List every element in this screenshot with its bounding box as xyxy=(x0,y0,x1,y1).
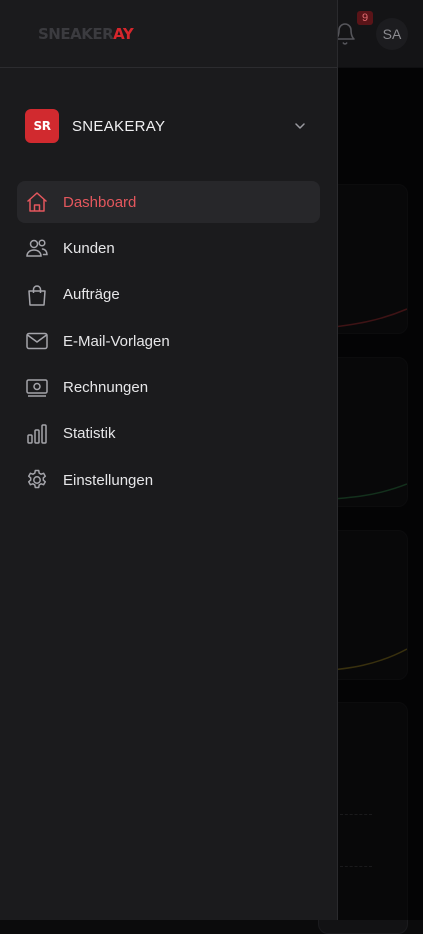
logo-part-1: SNEAKER xyxy=(38,25,114,43)
sidebar-item-rechnungen[interactable]: Rechnungen xyxy=(17,367,320,409)
workspace-logo: SR xyxy=(25,109,59,143)
sidebar-nav: Dashboard Kunden Aufträge E-Mail-Vorlage… xyxy=(17,181,320,506)
settings-icon xyxy=(25,468,49,492)
sidebar-item-dashboard[interactable]: Dashboard xyxy=(17,181,320,223)
shopping-bag-icon xyxy=(25,283,49,307)
sidebar-item-label: Statistik xyxy=(63,425,116,443)
invoice-icon xyxy=(25,376,49,400)
sidebar-item-label: Rechnungen xyxy=(63,379,149,397)
sidebar-item-kunden[interactable]: Kunden xyxy=(17,227,320,269)
mail-icon xyxy=(25,329,49,353)
sidebar-item-label: E-Mail-Vorlagen xyxy=(63,332,170,350)
logo-part-2: AY xyxy=(113,25,134,43)
workspace-name: SNEAKERAY xyxy=(72,117,166,135)
sidebar-item-auftraege[interactable]: Aufträge xyxy=(17,274,320,316)
sidebar-item-einstellungen[interactable]: Einstellungen xyxy=(17,459,320,501)
avatar[interactable]: SA xyxy=(376,18,408,50)
sidebar-item-label: Dashboard xyxy=(63,193,137,211)
sidebar-item-statistik[interactable]: Statistik xyxy=(17,413,320,455)
sidebar-item-label: Kunden xyxy=(63,239,115,257)
navigation-drawer: SNEAKERAY SR SNEAKERAY Dashboard Kunden … xyxy=(0,0,338,920)
notification-badge: 9 xyxy=(357,11,373,25)
drawer-header: SNEAKERAY xyxy=(0,0,337,68)
sidebar-item-email-vorlagen[interactable]: E-Mail-Vorlagen xyxy=(17,320,320,362)
workspace-switcher[interactable]: SR SNEAKERAY xyxy=(25,109,315,143)
sidebar-item-label: Einstellungen xyxy=(63,471,154,489)
sidebar-item-label: Aufträge xyxy=(63,286,120,304)
bar-chart-icon xyxy=(25,422,49,446)
users-icon xyxy=(25,236,49,260)
brand-logo[interactable]: SNEAKERAY xyxy=(38,25,134,43)
chevron-down-icon xyxy=(295,123,305,129)
home-icon xyxy=(25,190,49,214)
